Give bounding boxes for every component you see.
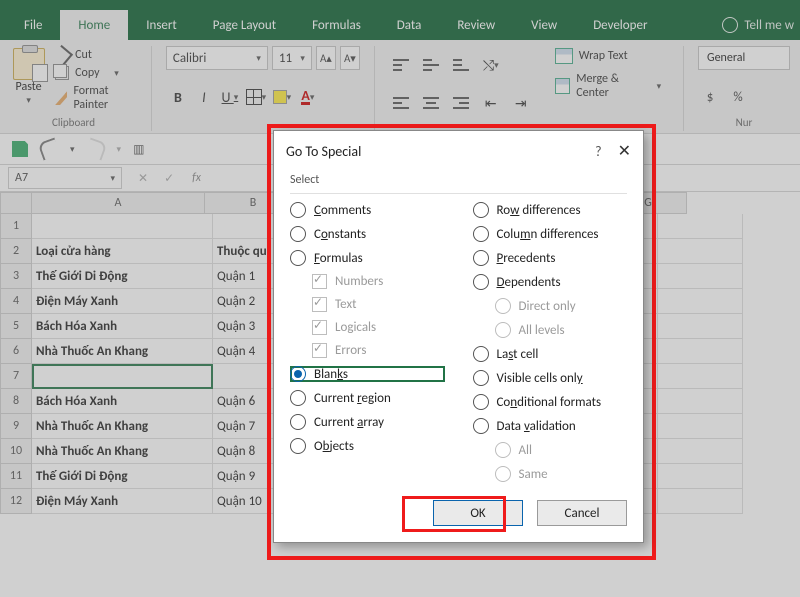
radio-visible-cells[interactable]: Visible cells only <box>473 370 628 386</box>
ok-button[interactable]: OK <box>433 500 523 526</box>
radio-comments[interactable]: Comments <box>290 202 445 218</box>
radio-all-levels: All levels <box>495 322 628 338</box>
radio-same: Same <box>495 466 628 482</box>
help-button[interactable]: ? <box>595 143 602 160</box>
radio-conditional-formats[interactable]: Conditional formats <box>473 394 628 410</box>
check-errors: Errors <box>312 343 445 358</box>
go-to-special-dialog: Go To Special ? ✕ Select Comments Consta… <box>273 130 644 543</box>
radio-constants[interactable]: Constants <box>290 226 445 242</box>
dialog-title: Go To Special <box>286 143 595 160</box>
radio-objects[interactable]: Objects <box>290 438 445 454</box>
radio-data-validation[interactable]: Data validation <box>473 418 628 434</box>
radio-direct-only: Direct only <box>495 298 628 314</box>
check-text: Text <box>312 297 445 312</box>
radio-all: All <box>495 442 628 458</box>
check-numbers: Numbers <box>312 274 445 289</box>
radio-formulas[interactable]: Formulas <box>290 250 445 266</box>
radio-current-array[interactable]: Current array <box>290 414 445 430</box>
radio-current-region[interactable]: Current region <box>290 390 445 406</box>
check-logicals: Logicals <box>312 320 445 335</box>
cancel-button[interactable]: Cancel <box>537 500 627 526</box>
radio-last-cell[interactable]: Last cell <box>473 346 628 362</box>
radio-column-differences[interactable]: Column differences <box>473 226 628 242</box>
radio-dependents[interactable]: Dependents <box>473 274 628 290</box>
radio-precedents[interactable]: Precedents <box>473 250 628 266</box>
close-button[interactable]: ✕ <box>618 141 631 161</box>
select-label: Select <box>290 173 627 187</box>
radio-blanks[interactable]: Blanks <box>290 366 445 382</box>
radio-row-differences[interactable]: Row differences <box>473 202 628 218</box>
